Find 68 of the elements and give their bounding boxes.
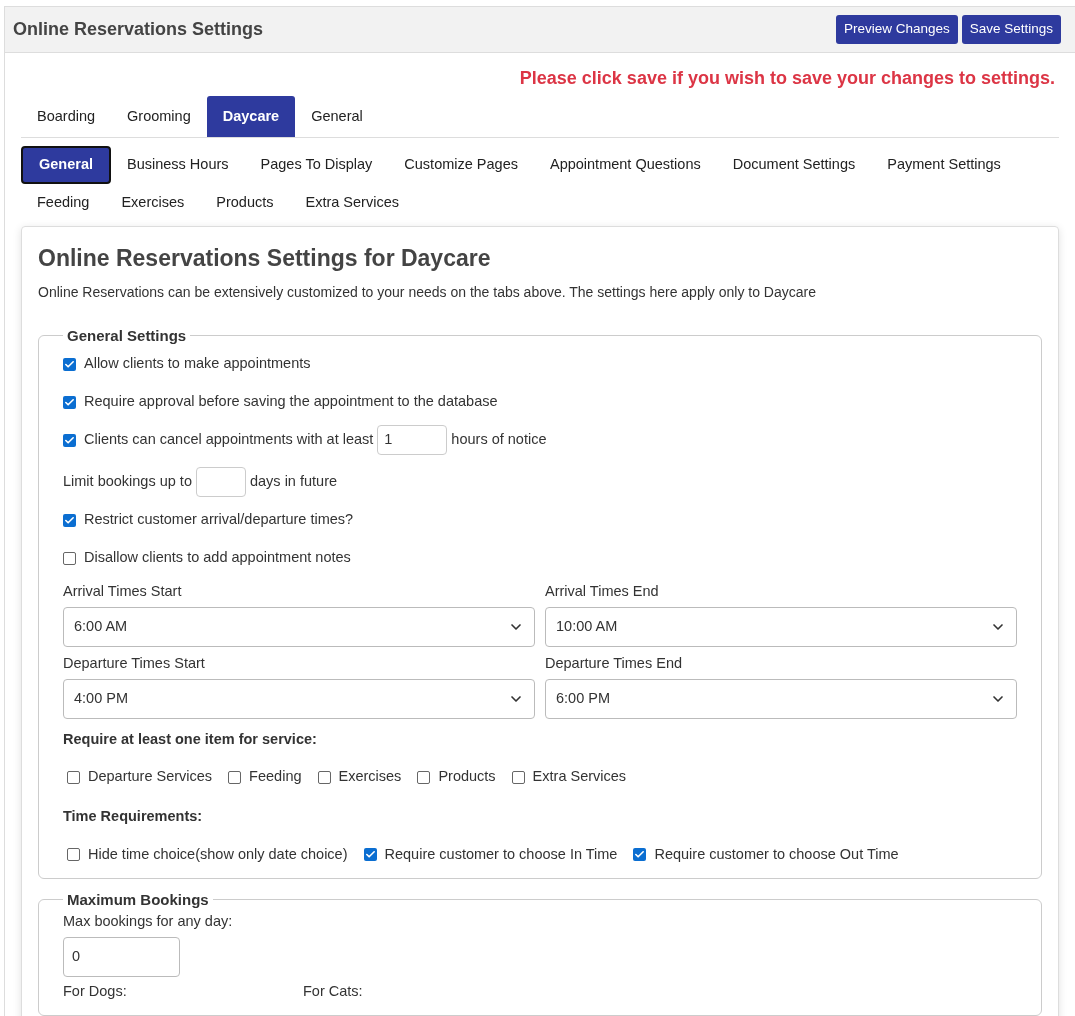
option-label: Disallow clients to add appointment notes — [84, 548, 351, 568]
sub-tab[interactable]: Pages To Display — [244, 146, 389, 184]
sub-tab[interactable]: Payment Settings — [871, 146, 1017, 184]
option-label: Limit bookings up to — [63, 472, 192, 492]
field-label: For Cats: — [303, 981, 364, 1001]
group-legend: General Settings — [63, 324, 191, 347]
select-label: Arrival Times Start — [63, 582, 183, 601]
time-dropdown[interactable]: 6:00 PM — [545, 678, 1017, 719]
option-label: Restrict customer arrival/departure times? — [84, 510, 354, 530]
checkbox[interactable] — [63, 513, 76, 527]
section-heading: Require at least one item for service: — [63, 729, 318, 749]
sub-tab[interactable]: Extra Services — [289, 184, 415, 222]
sub-tab[interactable]: Feeding — [21, 184, 106, 222]
option-label: Require customer to choose In Time — [384, 844, 618, 864]
tab[interactable]: Grooming — [111, 96, 207, 137]
option-label: Allow clients to make appointments — [84, 354, 311, 374]
field-label: Max bookings for any day: — [63, 912, 234, 931]
checkbox[interactable] — [417, 770, 431, 784]
option-label: Products — [438, 767, 496, 787]
checkbox[interactable] — [633, 848, 647, 862]
time-dropdown[interactable]: 6:00 AM — [63, 606, 535, 647]
checkbox[interactable] — [63, 395, 76, 409]
checkbox[interactable] — [363, 848, 377, 862]
tab[interactable]: Boarding — [21, 96, 112, 137]
option-label: Extra Services — [532, 767, 627, 787]
option-label: Feeding — [249, 767, 302, 787]
checkbox[interactable] — [63, 357, 76, 371]
sub-tab[interactable]: Business Hours — [111, 146, 245, 184]
sub-tab[interactable]: Appointment Questions — [533, 146, 717, 184]
option-label: Hide time choice(show only date choice) — [88, 844, 348, 864]
sub-tab[interactable]: Products — [200, 184, 290, 222]
checkbox[interactable] — [67, 848, 80, 862]
panel-title: Online Reservations Settings for Daycare — [38, 244, 492, 273]
select-label: Arrival Times End — [545, 582, 660, 601]
panel-description: Online Reservations can be extensively customized to your needs on the tabs above. The settings here apply only to Daycare — [38, 282, 817, 302]
option-label: Require customer to choose Out Time — [654, 844, 899, 864]
page-title: Online Reservations Settings — [13, 18, 264, 41]
option-label: Departure Services — [88, 767, 213, 787]
option-suffix: days in future — [249, 472, 338, 492]
checkbox[interactable] — [67, 770, 80, 784]
time-dropdown[interactable]: 10:00 AM — [545, 606, 1017, 647]
sub-tab[interactable]: Document Settings — [716, 146, 872, 184]
select-label: Departure Times End — [545, 653, 683, 673]
checkbox[interactable] — [63, 433, 76, 447]
sub-tab[interactable]: Customize Pages — [388, 146, 534, 184]
tab[interactable]: General — [295, 96, 379, 137]
checkbox[interactable] — [228, 770, 242, 784]
sub-tab[interactable]: Exercises — [105, 184, 201, 222]
option-label: Exercises — [338, 767, 402, 787]
select-label: Departure Times Start — [63, 653, 206, 673]
hours-input[interactable]: 1 — [377, 425, 448, 455]
section-heading: Time Requirements: — [63, 807, 204, 826]
checkbox[interactable] — [63, 551, 76, 565]
tab[interactable]: Daycare — [206, 96, 296, 137]
max-bookings-input[interactable]: 0 — [63, 936, 180, 977]
group-legend: Maximum Bookings — [63, 888, 213, 911]
save-notice: Please click save if you wish to save your changes to settings. — [519, 67, 1055, 90]
time-dropdown[interactable]: 4:00 PM — [63, 678, 535, 719]
save-button[interactable]: Save Settings — [961, 15, 1061, 44]
option-suffix: hours of notice — [451, 430, 547, 450]
preview-button[interactable]: Preview Changes — [835, 15, 958, 44]
field-label: For Dogs: — [63, 981, 128, 1001]
checkbox[interactable] — [317, 770, 331, 784]
days-input[interactable] — [195, 467, 246, 497]
sub-tab[interactable]: General — [21, 146, 111, 184]
option-label: Clients can cancel appointments with at least — [84, 430, 374, 450]
checkbox[interactable] — [511, 770, 525, 784]
option-label: Require approval before saving the appointment to the database — [84, 392, 498, 412]
